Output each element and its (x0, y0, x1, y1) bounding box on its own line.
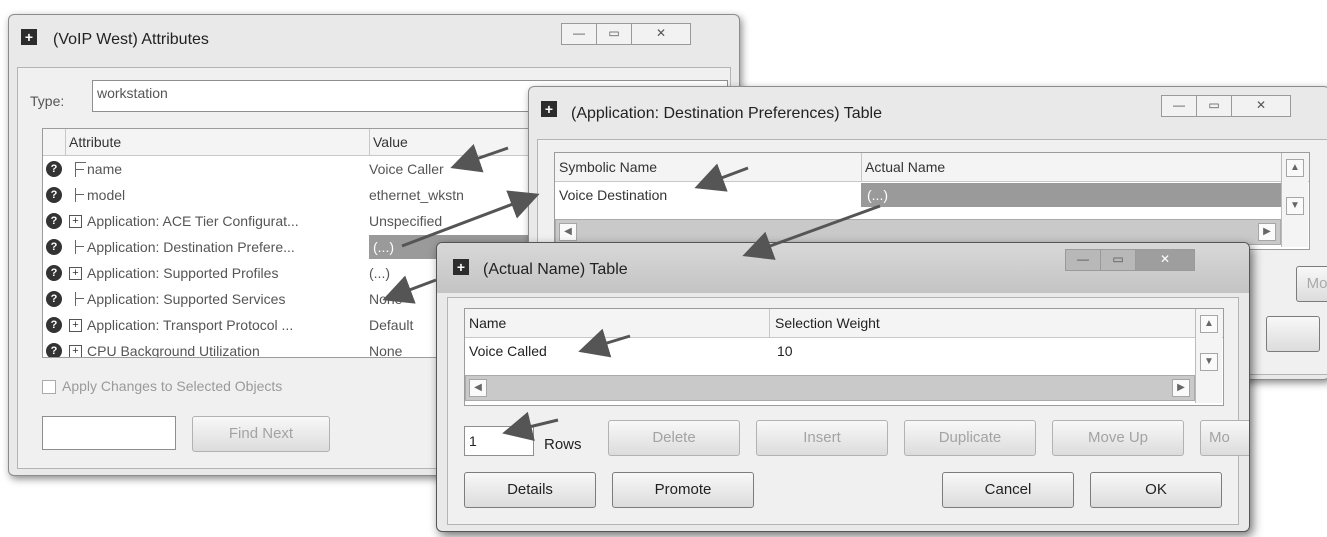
attribute-name-cell[interactable]: Application: Supported Services (87, 287, 365, 311)
apply-checkbox-label: Apply Changes to Selected Objects (62, 378, 283, 394)
scroll-down-icon[interactable]: ▼ (1200, 353, 1218, 371)
actual-name-panel: Name Selection Weight Voice Called 10 ▲ … (447, 297, 1249, 525)
question-icon[interactable]: ? (46, 213, 62, 229)
scroll-left-icon[interactable]: ◀ (469, 379, 487, 397)
title-bar: + (Actual Name) Table — ▭ ✕ (437, 243, 1249, 293)
scroll-right-icon[interactable]: ▶ (1258, 223, 1276, 241)
attribute-name-cell[interactable]: model (87, 183, 365, 207)
table-header: Name Selection Weight (465, 309, 1223, 338)
close-button[interactable]: ✕ (1136, 249, 1195, 271)
column-header-actual-name[interactable]: Actual Name (861, 153, 1286, 181)
column-header-name[interactable]: Name (465, 309, 770, 337)
column-header-attribute[interactable]: Attribute (65, 129, 370, 155)
insert-button[interactable]: Insert (756, 420, 888, 456)
details-button[interactable]: Details (464, 472, 596, 508)
tree-line-icon (75, 240, 86, 254)
table-header: Symbolic Name Actual Name (555, 153, 1309, 182)
question-icon[interactable]: ? (46, 239, 62, 255)
question-icon[interactable]: ? (46, 265, 62, 281)
attribute-name-cell[interactable]: name (87, 157, 365, 181)
window-menu-icon[interactable]: + (541, 101, 557, 117)
scroll-up-icon[interactable]: ▲ (1286, 159, 1304, 177)
find-input[interactable] (42, 416, 176, 450)
question-icon[interactable]: ? (46, 161, 62, 177)
scroll-left-icon[interactable]: ◀ (559, 223, 577, 241)
window-menu-icon[interactable]: + (453, 259, 469, 275)
move-up-button[interactable]: Move Up (1052, 420, 1184, 456)
table-row[interactable]: Voice Called 10 (465, 339, 1223, 363)
partial-button[interactable]: Mo (1296, 266, 1327, 302)
vertical-scrollbar[interactable]: ▲ ▼ (1281, 153, 1308, 247)
tree-line-icon (75, 188, 86, 202)
tree-line-icon (75, 162, 86, 177)
maximize-button[interactable]: ▭ (597, 23, 632, 45)
selection-weight-cell[interactable]: 10 (777, 339, 1077, 363)
find-next-button[interactable]: Find Next (192, 416, 330, 452)
attribute-name-cell[interactable]: Application: Supported Profiles (87, 261, 365, 285)
minimize-button[interactable]: — (1161, 95, 1197, 117)
attribute-name-cell[interactable]: Application: Destination Prefere... (87, 235, 365, 259)
vertical-scrollbar[interactable]: ▲ ▼ (1195, 309, 1222, 403)
move-down-button[interactable]: Mo (1200, 420, 1249, 456)
attribute-name-cell[interactable]: CPU Background Utilization (87, 339, 365, 357)
window-title: (VoIP West) Attributes (53, 31, 209, 48)
ok-button[interactable]: OK (1090, 472, 1222, 508)
scroll-right-icon[interactable]: ▶ (1172, 379, 1190, 397)
maximize-button[interactable]: ▭ (1197, 95, 1232, 117)
symbolic-name-cell[interactable]: Voice Destination (559, 183, 855, 207)
delete-button[interactable]: Delete (608, 420, 740, 456)
promote-button[interactable]: Promote (612, 472, 754, 508)
maximize-button[interactable]: ▭ (1101, 249, 1136, 271)
close-button[interactable]: ✕ (632, 23, 691, 45)
actual-name-table: Name Selection Weight Voice Called 10 ▲ … (464, 308, 1224, 406)
scroll-up-icon[interactable]: ▲ (1200, 315, 1218, 333)
window-title: (Application: Destination Preferences) T… (571, 105, 882, 122)
column-header-selection-weight[interactable]: Selection Weight (771, 309, 1196, 337)
destination-table: Symbolic Name Actual Name Voice Destinat… (554, 152, 1310, 250)
question-icon[interactable]: ? (46, 317, 62, 333)
tree-line-icon (75, 292, 86, 306)
title-bar: + (VoIP West) Attributes — ▭ ✕ (9, 15, 739, 61)
window-title: (Actual Name) Table (483, 261, 628, 278)
rows-count-input[interactable]: 1 (464, 426, 534, 456)
duplicate-button[interactable]: Duplicate (904, 420, 1036, 456)
apply-checkbox[interactable] (42, 380, 56, 394)
scroll-down-icon[interactable]: ▼ (1286, 197, 1304, 215)
name-cell[interactable]: Voice Called (469, 339, 765, 363)
close-button[interactable]: ✕ (1232, 95, 1291, 117)
plus-box-icon[interactable]: + (69, 345, 82, 357)
plus-box-icon[interactable]: + (69, 267, 82, 280)
actual-name-window: + (Actual Name) Table — ▭ ✕ Name Selecti… (436, 242, 1250, 532)
question-icon[interactable]: ? (46, 187, 62, 203)
table-row[interactable]: Voice Destination (...) (555, 183, 1309, 207)
column-header-symbolic-name[interactable]: Symbolic Name (555, 153, 862, 181)
rows-label: Rows (544, 436, 582, 453)
window-menu-icon[interactable]: + (21, 29, 37, 45)
minimize-button[interactable]: — (561, 23, 597, 45)
type-label: Type: (30, 93, 65, 109)
horizontal-scrollbar[interactable]: ◀ ▶ (465, 375, 1195, 401)
title-bar: + (Application: Destination Preferences)… (529, 87, 1327, 135)
cancel-button[interactable]: Cancel (942, 472, 1074, 508)
minimize-button[interactable]: — (1065, 249, 1101, 271)
actual-name-cell[interactable]: (...) (861, 183, 1287, 207)
attribute-name-cell[interactable]: Application: Transport Protocol ... (87, 313, 365, 337)
attribute-name-cell[interactable]: Application: ACE Tier Configurat... (87, 209, 365, 233)
plus-box-icon[interactable]: + (69, 319, 82, 332)
question-icon[interactable]: ? (46, 291, 62, 307)
partial-button-2[interactable] (1266, 316, 1320, 352)
question-icon[interactable]: ? (46, 343, 62, 357)
plus-box-icon[interactable]: + (69, 215, 82, 228)
